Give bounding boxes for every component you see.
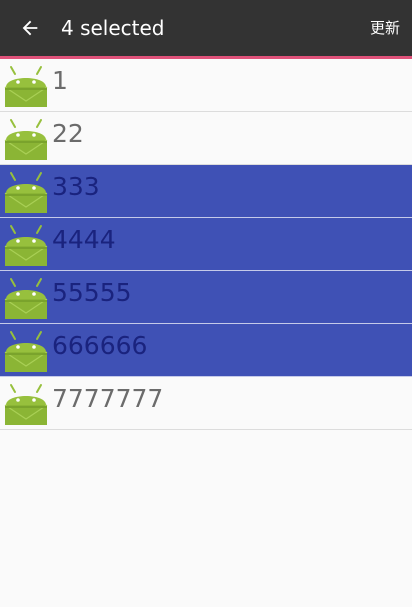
android-icon bbox=[4, 331, 48, 372]
list-item-label: 7777777 bbox=[52, 384, 164, 413]
list-item[interactable]: 333 bbox=[0, 165, 412, 218]
list-item[interactable]: 55555 bbox=[0, 271, 412, 324]
list-item[interactable]: 1 bbox=[0, 59, 412, 112]
android-icon bbox=[4, 66, 48, 107]
android-icon bbox=[4, 384, 48, 425]
action-bar: 4 selected 更新 bbox=[0, 0, 412, 56]
list-item-label: 666666 bbox=[52, 331, 148, 360]
update-button[interactable]: 更新 bbox=[370, 18, 400, 38]
back-button[interactable] bbox=[10, 8, 50, 48]
item-list: 1 22 333 4444 55555 666666 7777777 bbox=[0, 59, 412, 430]
android-icon bbox=[4, 278, 48, 319]
list-item[interactable]: 4444 bbox=[0, 218, 412, 271]
list-item-label: 1 bbox=[52, 66, 68, 95]
list-item-label: 55555 bbox=[52, 278, 132, 307]
list-item-label: 4444 bbox=[52, 225, 116, 254]
list-item-label: 333 bbox=[52, 172, 100, 201]
list-item-label: 22 bbox=[52, 119, 84, 148]
android-icon bbox=[4, 172, 48, 213]
android-icon bbox=[4, 119, 48, 160]
list-item[interactable]: 7777777 bbox=[0, 377, 412, 430]
list-item[interactable]: 22 bbox=[0, 112, 412, 165]
android-icon bbox=[4, 225, 48, 266]
list-item[interactable]: 666666 bbox=[0, 324, 412, 377]
selection-count-title: 4 selected bbox=[61, 16, 165, 40]
arrow-back-icon bbox=[22, 20, 38, 36]
